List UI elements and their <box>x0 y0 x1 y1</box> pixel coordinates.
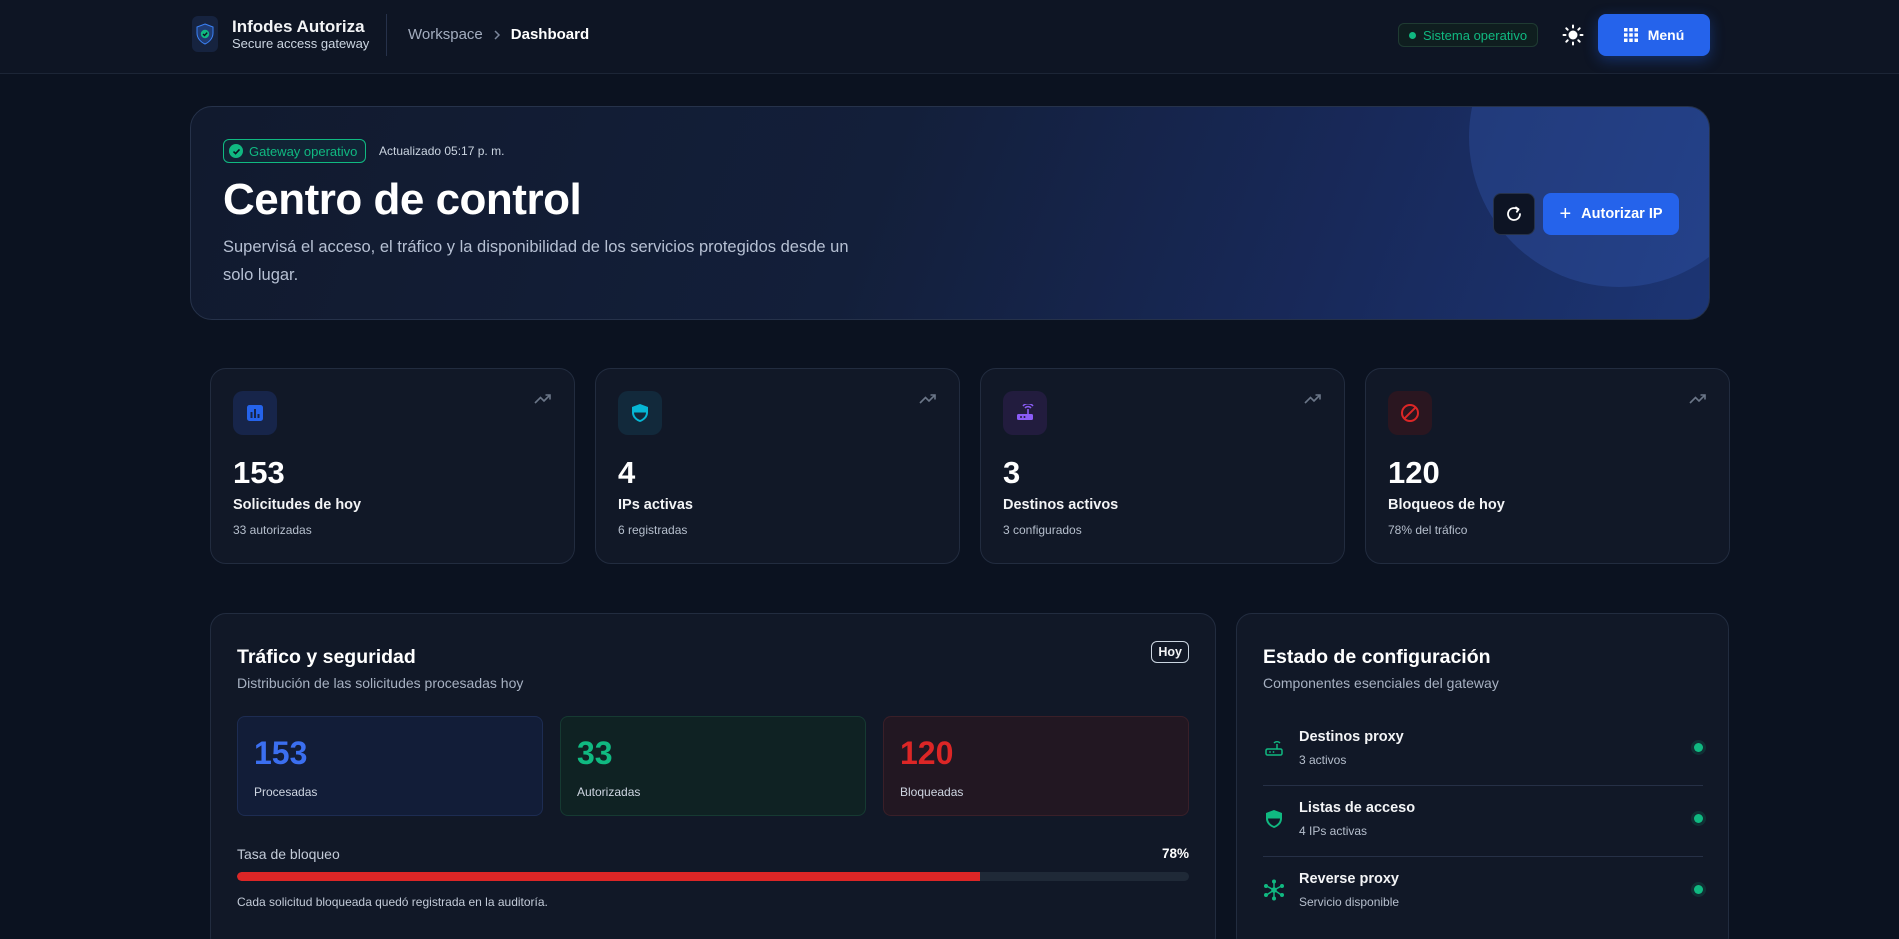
brand[interactable]: Infodes Autoriza Secure access gateway <box>192 16 369 52</box>
refresh-button[interactable] <box>1493 193 1535 235</box>
metric-blocked: 120 Bloqueadas <box>883 716 1189 816</box>
theme-toggle-button[interactable] <box>1560 22 1586 48</box>
status-dot-icon <box>1694 743 1703 752</box>
page-description: Supervisá el acceso, el tráfico y la dis… <box>223 238 849 284</box>
block-rate-label: Tasa de bloqueo <box>237 846 340 862</box>
system-status-badge: Sistema operativo <box>1398 23 1539 47</box>
trending-up-icon <box>1304 394 1321 404</box>
page-title: Centro de control <box>223 175 582 224</box>
check-circle-icon <box>229 144 243 158</box>
config-item-sub: Servicio disponible <box>1299 895 1400 909</box>
block-icon <box>1388 391 1432 435</box>
menu-label: Menú <box>1647 27 1685 43</box>
authorize-ip-label: Autorizar IP <box>1581 206 1663 222</box>
traffic-subtitle: Distribución de las solicitudes procesad… <box>237 675 524 691</box>
config-title: Estado de configuración <box>1263 646 1491 668</box>
config-item-sub: 4 IPs activas <box>1299 824 1368 838</box>
metric-authorized: 33 Autorizadas <box>560 716 866 816</box>
period-badge[interactable]: Hoy <box>1151 641 1189 663</box>
grid-icon <box>1623 28 1638 42</box>
metric-value: 33 <box>577 735 613 771</box>
traffic-title: Tráfico y seguridad <box>237 646 416 668</box>
stat-label: Bloqueos de hoy <box>1388 497 1505 513</box>
audit-note: Cada solicitud bloqueada quedó registrad… <box>237 895 548 909</box>
authorize-ip-button[interactable]: + Autorizar IP <box>1543 193 1679 235</box>
config-subtitle: Componentes esenciales del gateway <box>1263 675 1499 691</box>
breadcrumb-workspace[interactable]: Workspace <box>408 26 483 43</box>
chevron-right-icon <box>493 29 501 40</box>
config-item-reverse-proxy[interactable]: Reverse proxy Servicio disponible <box>1263 857 1703 928</box>
config-item-name: Destinos proxy <box>1299 729 1404 745</box>
stat-label: Destinos activos <box>1003 497 1119 513</box>
metric-value: 120 <box>900 735 954 771</box>
sun-icon <box>1562 24 1584 46</box>
config-item-name: Reverse proxy <box>1299 871 1399 887</box>
block-rate-progress <box>237 872 1189 881</box>
system-status-text: Sistema operativo <box>1423 27 1528 43</box>
config-item-proxy-destinations[interactable]: Destinos proxy 3 activos <box>1263 715 1703 786</box>
status-dot-icon <box>1409 31 1416 39</box>
metric-label: Procesadas <box>254 785 318 799</box>
plus-icon: + <box>1559 203 1572 225</box>
stat-sub: 33 autorizadas <box>233 523 312 537</box>
stat-card-destinations: 3 Destinos activos 3 configurados <box>980 368 1345 564</box>
stat-value: 3 <box>1003 455 1021 490</box>
metric-value: 153 <box>254 735 308 771</box>
status-dot-icon <box>1694 885 1703 894</box>
block-rate-value: 78% <box>1161 846 1189 861</box>
refresh-icon <box>1507 206 1521 221</box>
hero-banner: Gateway operativo Actualizado 05:17 p. m… <box>190 106 1710 320</box>
shield-icon <box>1263 808 1285 830</box>
router-icon <box>1263 737 1285 759</box>
status-dot-icon <box>1694 814 1703 823</box>
metric-label: Bloqueadas <box>900 785 964 799</box>
brand-name: Infodes Autoriza <box>232 17 365 36</box>
block-rate-fill <box>237 872 980 881</box>
stat-value: 120 <box>1388 455 1440 490</box>
stat-sub: 6 registradas <box>618 523 688 537</box>
shield-icon <box>618 391 662 435</box>
config-item-access-lists[interactable]: Listas de acceso 4 IPs activas <box>1263 786 1703 857</box>
divider <box>386 14 387 56</box>
config-item-name: Listas de acceso <box>1299 800 1416 816</box>
gateway-status-badge: Gateway operativo <box>223 139 367 163</box>
router-icon <box>1003 391 1047 435</box>
stat-sub: 3 configurados <box>1003 523 1082 537</box>
stat-card-blocks: 120 Bloqueos de hoy 78% del tráfico <box>1365 368 1730 564</box>
network-icon <box>1263 879 1285 901</box>
breadcrumb-dashboard: Dashboard <box>510 26 590 43</box>
trending-up-icon <box>534 394 551 404</box>
top-bar: Infodes Autoriza Secure access gateway W… <box>0 0 1899 74</box>
trending-up-icon <box>919 394 936 404</box>
stat-sub: 78% del tráfico <box>1388 523 1468 537</box>
stat-value: 153 <box>233 455 285 490</box>
config-item-sub: 3 activos <box>1299 753 1347 767</box>
metric-label: Autorizadas <box>577 785 641 799</box>
bar-chart-icon <box>233 391 277 435</box>
trending-up-icon <box>1689 394 1706 404</box>
stat-card-requests: 153 Solicitudes de hoy 33 autorizadas <box>210 368 575 564</box>
gateway-status-text: Gateway operativo <box>249 143 358 159</box>
config-panel: Estado de configuración Componentes esen… <box>1236 613 1729 939</box>
stat-label: Solicitudes de hoy <box>233 497 362 513</box>
shield-logo-icon <box>192 16 218 52</box>
breadcrumb: Workspace Dashboard <box>408 26 589 43</box>
stat-value: 4 <box>618 455 636 490</box>
metric-processed: 153 Procesadas <box>237 716 543 816</box>
stat-card-active-ips: 4 IPs activas 6 registradas <box>595 368 960 564</box>
stat-label: IPs activas <box>618 497 693 513</box>
brand-subtitle: Secure access gateway <box>232 36 370 51</box>
menu-button[interactable]: Menú <box>1598 14 1710 56</box>
traffic-panel: Tráfico y seguridad Distribución de las … <box>210 613 1216 939</box>
updated-timestamp: Actualizado 05:17 p. m. <box>379 144 505 158</box>
